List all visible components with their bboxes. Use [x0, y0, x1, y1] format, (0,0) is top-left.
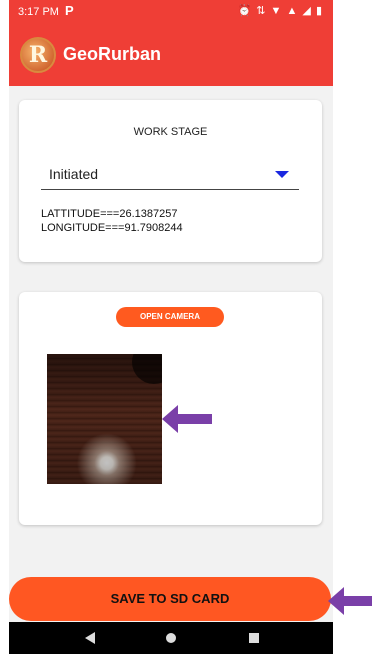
home-icon[interactable]	[166, 633, 176, 643]
dropdown-selected-value: Initiated	[49, 166, 99, 182]
work-stage-card: WORK STAGE Initiated LATTITUDE===26.1387…	[19, 100, 322, 262]
status-time: 3:17 PM	[18, 6, 59, 18]
close-icon[interactable]: ×	[160, 354, 162, 361]
dropdown-arrow-icon[interactable]	[275, 171, 289, 178]
captured-photo: ×	[47, 354, 162, 484]
work-stage-dropdown[interactable]: Initiated	[41, 162, 299, 190]
back-icon[interactable]	[85, 632, 95, 644]
save-to-sd-card-button[interactable]: SAVE TO SD CARD	[9, 577, 331, 621]
status-bar: 3:17 PM P ⏰ ⇅ ▼ ▲ ◢ ▮	[9, 0, 333, 24]
annotation-arrow-save	[328, 586, 372, 616]
app-bar: R GeoRurban	[9, 24, 333, 86]
annotation-arrow-photo	[162, 404, 212, 434]
latitude-text: LATTITUDE===26.1387257	[41, 208, 178, 220]
app-title: GeoRurban	[63, 44, 162, 64]
recents-icon[interactable]	[249, 633, 259, 643]
work-stage-title: WORK STAGE	[133, 126, 208, 138]
system-status-icons: ⏰ ⇅ ▼ ▲ ◢ ▮	[237, 5, 323, 17]
notification-icon: P	[65, 3, 74, 18]
phone-screen: 3:17 PM P ⏰ ⇅ ▼ ▲ ◢ ▮ R GeoRurban WORK S…	[9, 0, 333, 654]
longitude-text: LONGITUDE===91.7908244	[41, 222, 183, 234]
navigation-bar	[9, 622, 333, 654]
app-logo: R	[20, 37, 56, 73]
open-camera-button[interactable]: OPEN CAMERA	[116, 307, 224, 327]
